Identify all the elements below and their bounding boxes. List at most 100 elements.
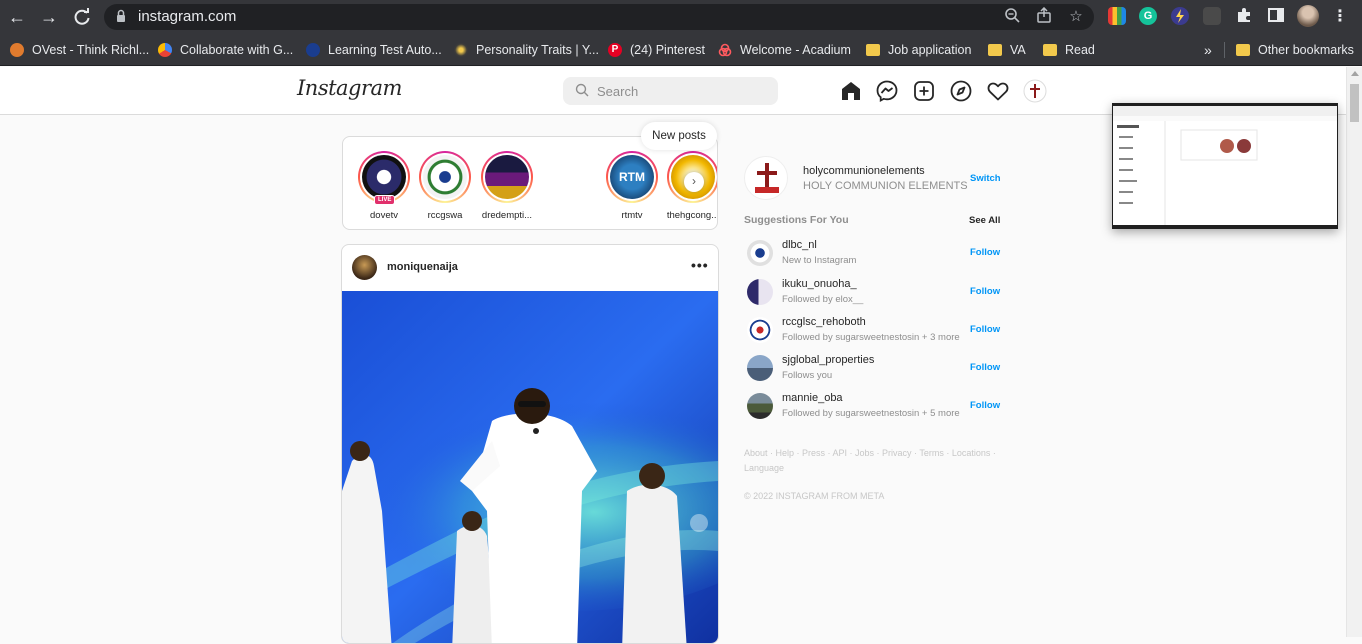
post-image[interactable] [342,291,718,644]
story-item[interactable]: dredempti... [475,151,539,221]
suggestion-subtitle: Followed by sugarsweetnestosin + 5 more [782,408,960,419]
other-bookmarks-folder[interactable]: Other bookmarks [1236,41,1354,59]
folder-icon [1043,44,1057,56]
suggestion-avatar[interactable] [747,393,773,419]
search-icon [575,83,589,97]
story-item[interactable]: rccgswa [413,151,477,221]
search-input[interactable] [597,81,767,101]
bookmark-item[interactable]: P (24) Pinterest [608,41,705,59]
lightning-extension-icon[interactable] [1171,7,1189,25]
bookmark-folder[interactable]: VA [988,41,1026,59]
bookmark-item[interactable]: OVest - Think Richl... [10,41,149,59]
see-all-button[interactable]: See All [969,215,1000,226]
bookmark-item[interactable]: Personality Traits | Y... [454,41,599,59]
reload-icon[interactable] [71,6,93,28]
story-name: thehgcong... [666,210,718,221]
bookmark-star-icon[interactable]: ☆ [1066,7,1086,27]
story-item[interactable]: RTM rtmtv [600,151,664,221]
scrollbar-thumb[interactable] [1350,84,1359,122]
forward-arrow-icon[interactable]: → [38,6,60,28]
side-panel-icon[interactable] [1265,6,1287,28]
suggestion-username[interactable]: dlbc_nl [782,239,817,251]
browser-toolbar: ← → instagram.com ☆ G ⋮ [0,0,1362,34]
profile-avatar[interactable] [1297,5,1319,27]
zoom-icon[interactable] [1002,7,1022,27]
bookmarks-bar: OVest - Think Richl... Collaborate with … [0,34,1362,66]
bookmark-folder[interactable]: Job application [866,41,971,59]
bookmark-item[interactable]: Welcome - Acadium [718,41,851,59]
globe-icon [306,43,320,57]
stories-next-button[interactable]: › [684,172,704,192]
post-author-username[interactable]: moniquenaija [387,261,458,273]
grammarly-extension-icon[interactable]: G [1139,7,1157,25]
search-box[interactable] [563,77,778,105]
ovest-icon [10,43,24,57]
current-account-avatar[interactable] [744,156,788,200]
personality-icon [454,43,468,57]
home-icon[interactable] [839,79,863,103]
copyright-text: © 2022 INSTAGRAM FROM META [744,491,885,501]
new-post-icon[interactable] [912,79,936,103]
profile-avatar[interactable] [1023,79,1047,103]
chrome-menu-icon[interactable]: ⋮ [1329,6,1351,28]
bookmarks-overflow-button[interactable]: » [1204,41,1212,59]
follow-button[interactable]: Follow [970,362,1000,373]
switch-account-button[interactable]: Switch [970,173,1001,184]
suggestion-subtitle: Follows you [782,370,833,381]
live-badge: LIVE [374,195,396,205]
acadium-icon [718,43,732,57]
folder-icon [988,44,1002,56]
story-avatar: RTM [610,155,654,199]
post-author-avatar[interactable] [352,255,377,280]
follow-button[interactable]: Follow [970,247,1000,258]
suggestions-heading: Suggestions For You [744,214,849,226]
bookmark-item[interactable]: Learning Test Auto... [306,41,442,59]
follow-button[interactable]: Follow [970,286,1000,297]
activity-heart-icon[interactable] [986,79,1010,103]
suggestion-avatar[interactable] [747,355,773,381]
bookmark-folder[interactable]: Read [1043,41,1095,59]
suggestion-username[interactable]: mannie_oba [782,392,843,404]
suggestion-username[interactable]: ikuku_onuoha_ [782,278,857,290]
share-icon[interactable] [1034,6,1054,27]
suggestion-avatar[interactable] [747,240,773,266]
screen-share-preview[interactable] [1112,103,1338,229]
story-name: dovetv [370,210,398,221]
puzzle-extensions-icon[interactable] [1233,6,1255,28]
suggestion-avatar[interactable] [747,317,773,343]
footer-links[interactable]: About · Help · Press · API · Jobs · Priv… [744,446,1004,476]
color-picker-extension-icon[interactable] [1108,7,1126,25]
address-bar[interactable]: instagram.com ☆ [104,4,1094,30]
suggestion-username[interactable]: sjglobal_properties [782,354,874,366]
lock-icon[interactable] [116,9,126,23]
story-ring: RTM [606,151,658,203]
story-name: dredempti... [481,210,533,221]
suggestion-avatar[interactable] [747,279,773,305]
story-ring [419,151,471,203]
suggestion-username[interactable]: rccglsc_rehoboth [782,316,866,328]
suggestion-subtitle: Followed by elox__ [782,294,864,305]
suggestion-subtitle: Followed by sugarsweetnestosin + 3 more [782,332,960,343]
scroll-up-arrow-icon[interactable] [1351,71,1359,76]
folder-icon [1236,44,1250,56]
stories-tray: LIVE dovetv rccgswa dredempti... RTM rtm… [342,136,718,230]
follow-button[interactable]: Follow [970,324,1000,335]
suggestion-row: mannie_oba Followed by sugarsweetnestosi… [744,392,1004,422]
explore-compass-icon[interactable] [949,79,973,103]
suggestion-row: rccglsc_rehoboth Followed by sugarsweetn… [744,316,1004,346]
instagram-logo[interactable]: Instagram [297,76,402,100]
new-posts-button[interactable]: New posts [641,122,717,150]
suggestion-row: dlbc_nl New to Instagram Follow [744,239,1004,269]
post-options-button[interactable]: ••• [691,257,709,273]
story-avatar [362,155,406,199]
bookmark-item[interactable]: Collaborate with G... [158,41,293,59]
folder-icon [866,44,880,56]
story-item[interactable]: LIVE dovetv [352,151,416,221]
page-scrollbar[interactable] [1346,67,1362,637]
back-arrow-icon[interactable]: ← [6,6,28,28]
current-account-username[interactable]: holycommunionelements [803,165,925,177]
follow-button[interactable]: Follow [970,400,1000,411]
messenger-icon[interactable] [875,79,899,103]
story-avatar [423,155,467,199]
extension-icon[interactable] [1203,7,1221,25]
